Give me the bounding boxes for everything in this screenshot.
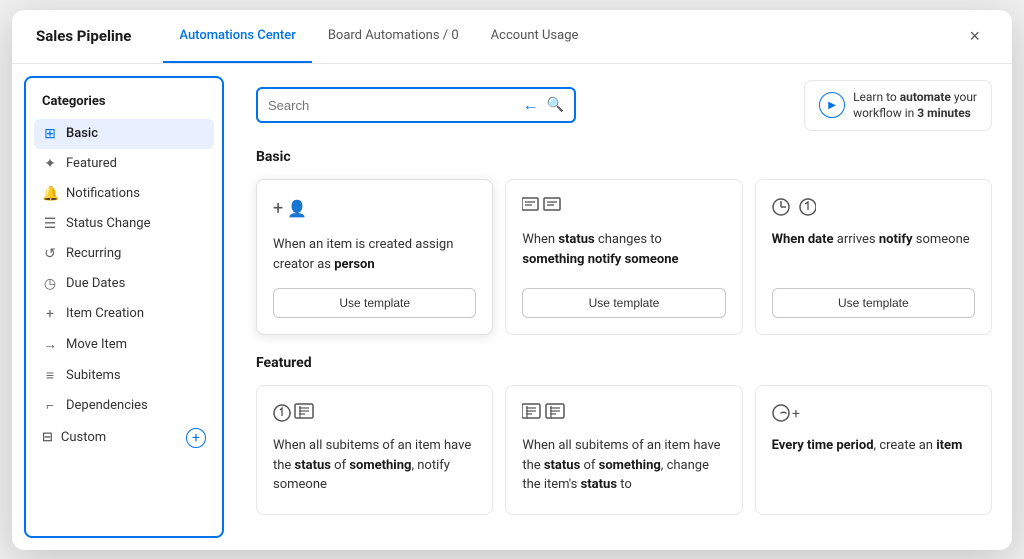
- clock-icon: ◷: [42, 276, 58, 292]
- use-template-button-2[interactable]: Use template: [522, 288, 725, 318]
- basic-grid: + 👤 When an item is created assign creat…: [256, 179, 992, 335]
- svg-text:+: +: [792, 406, 800, 422]
- automation-card-subitems-notify[interactable]: When all subitems of an item have the st…: [256, 385, 493, 515]
- sidebar-item-status-change[interactable]: ☰ Status Change: [34, 209, 214, 239]
- search-row: ← 🔍 ▶ Learn to automate yourworkflow in …: [256, 80, 992, 132]
- tabs: Automations Center Board Automations / 0…: [163, 10, 961, 64]
- recurring-icon: ↺: [42, 246, 58, 262]
- featured-grid: When all subitems of an item have the st…: [256, 385, 992, 515]
- sidebar-item-move-item[interactable]: → Move Item: [34, 329, 214, 360]
- sidebar-item-item-creation[interactable]: + Item Creation: [34, 299, 214, 329]
- dependencies-icon: ⌐: [42, 398, 58, 414]
- search-input[interactable]: [268, 98, 515, 113]
- svg-text:👤: 👤: [287, 199, 307, 218]
- card-icons-feat1: [273, 402, 476, 424]
- card-text-assign: When an item is created assign creator a…: [273, 235, 476, 274]
- automation-card-time-period[interactable]: + Every time period, create an item: [755, 385, 992, 515]
- sidebar-item-featured[interactable]: ✦ Featured: [34, 149, 214, 179]
- search-container: ← 🔍: [256, 87, 576, 123]
- star-icon: ✦: [42, 156, 58, 172]
- automation-card-status-notify[interactable]: When status changes to something notify …: [505, 179, 742, 335]
- arrow-icon: ←: [523, 95, 539, 115]
- plus-icon: +: [42, 306, 58, 322]
- modal: Sales Pipeline Automations Center Board …: [12, 10, 1012, 550]
- list-icon: ☰: [42, 216, 58, 232]
- card-text-feat1: When all subitems of an item have the st…: [273, 436, 476, 495]
- use-template-button-1[interactable]: Use template: [273, 288, 476, 318]
- tab-automations-center[interactable]: Automations Center: [163, 10, 311, 64]
- card-icons-assign: + 👤: [273, 196, 476, 223]
- grid-icon: ⊞: [42, 126, 58, 142]
- sidebar-item-custom[interactable]: ⊟ Custom +: [34, 421, 214, 455]
- sidebar: Categories ⊞ Basic ✦ Featured 🔔 Notifica…: [24, 76, 224, 538]
- tab-account-usage[interactable]: Account Usage: [475, 10, 595, 64]
- tab-board-automations[interactable]: Board Automations / 0: [312, 10, 475, 64]
- card-text-feat3: Every time period, create an item: [772, 436, 975, 456]
- custom-icon: ⊟: [42, 430, 53, 445]
- sidebar-item-subitems[interactable]: ≡ Subitems: [34, 360, 214, 391]
- arrow-right-icon: →: [42, 336, 58, 353]
- sidebar-item-basic[interactable]: ⊞ Basic: [34, 119, 214, 149]
- sidebar-item-recurring[interactable]: ↺ Recurring: [34, 239, 214, 269]
- play-button[interactable]: ▶: [819, 92, 845, 118]
- sidebar-title: Categories: [34, 94, 214, 119]
- card-icons-status: [522, 196, 725, 218]
- search-icon: 🔍: [547, 97, 564, 113]
- card-icons-date: [772, 196, 975, 218]
- subitems-icon: ≡: [42, 367, 58, 384]
- modal-header: Sales Pipeline Automations Center Board …: [12, 10, 1012, 64]
- add-custom-button[interactable]: +: [186, 428, 206, 448]
- section-label-basic: Basic: [256, 149, 992, 165]
- use-template-button-3[interactable]: Use template: [772, 288, 975, 318]
- section-label-featured: Featured: [256, 355, 992, 371]
- learn-box[interactable]: ▶ Learn to automate yourworkflow in 3 mi…: [804, 80, 992, 132]
- close-button[interactable]: ×: [961, 22, 988, 51]
- modal-title: Sales Pipeline: [36, 27, 131, 45]
- card-icons-feat3: +: [772, 402, 975, 424]
- card-text-feat2: When all subitems of an item have the st…: [522, 436, 725, 495]
- sidebar-item-dependencies[interactable]: ⌐ Dependencies: [34, 391, 214, 421]
- card-icons-feat2: [522, 402, 725, 424]
- automation-card-assign-creator[interactable]: + 👤 When an item is created assign creat…: [256, 179, 493, 335]
- card-text-status: When status changes to something notify …: [522, 230, 725, 274]
- bell-icon: 🔔: [42, 186, 58, 202]
- sidebar-item-notifications[interactable]: 🔔 Notifications: [34, 179, 214, 209]
- sidebar-item-due-dates[interactable]: ◷ Due Dates: [34, 269, 214, 299]
- modal-body: Categories ⊞ Basic ✦ Featured 🔔 Notifica…: [12, 64, 1012, 550]
- automation-card-date-notify[interactable]: When date arrives notify someone Use tem…: [755, 179, 992, 335]
- learn-text: Learn to automate yourworkflow in 3 minu…: [853, 89, 977, 123]
- card-text-date: When date arrives notify someone: [772, 230, 975, 274]
- main-content: ← 🔍 ▶ Learn to automate yourworkflow in …: [236, 64, 1012, 550]
- automation-card-subitems-change[interactable]: When all subitems of an item have the st…: [505, 385, 742, 515]
- svg-text:+: +: [273, 198, 283, 218]
- plus-person-icon: + 👤: [273, 196, 307, 223]
